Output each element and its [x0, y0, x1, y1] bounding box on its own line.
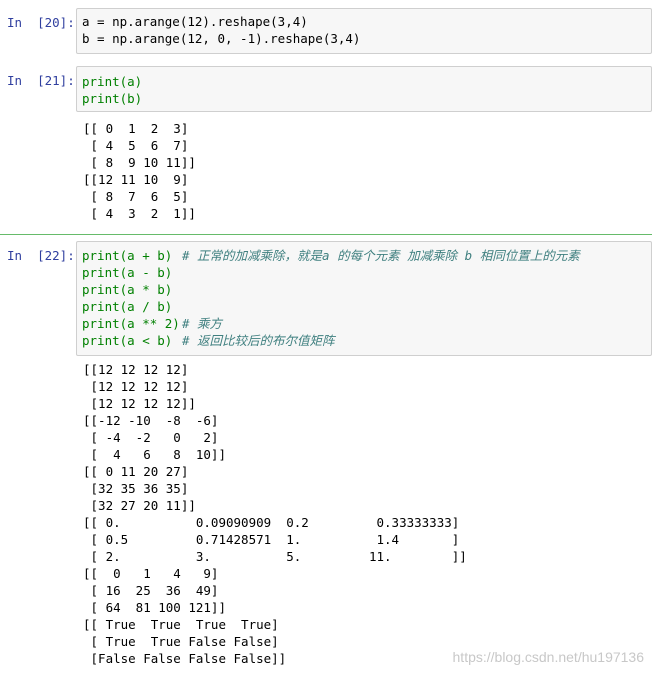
output-line: [ 4 3 2 1]] [83, 206, 196, 221]
code-line[interactable]: a = np.arange(12).reshape(3,4) [82, 13, 308, 30]
watermark: https://blog.csdn.net/hu197136 [452, 649, 644, 665]
output-line: [[ 0. 0.09090909 0.2 0.33333333] [83, 515, 460, 530]
output-line: [12 12 12 12]] [83, 396, 196, 411]
output-line: [ 0.5 0.71428571 1. 1.4 ] [83, 532, 460, 547]
output-line: [12 12 12 12] [83, 379, 189, 394]
cell-prompt: In [20]: [7, 15, 75, 30]
output-line: [ 2. 3. 5. 11. ]] [83, 549, 467, 564]
code-input-area[interactable]: print(a + b) # 正常的加减乘除，就是a 的每个元素 加减乘除 b … [76, 241, 652, 356]
output-line: [ 16 25 36 49] [83, 583, 219, 598]
output-line: [32 35 36 35] [83, 481, 189, 496]
output-line: [ 64 81 100 121]] [83, 600, 226, 615]
code-line[interactable]: print(b) [82, 90, 142, 107]
cell-prompt: In [21]: [7, 73, 75, 88]
cell-prompt: In [22]: [7, 248, 75, 263]
output-line: [ -4 -2 0 2] [83, 430, 219, 445]
notebook-cell-21[interactable]: In [21]: print(a) print(b) [[ 0 1 2 3] [… [0, 66, 652, 226]
output-line: [ True True False False] [83, 634, 279, 649]
code-line[interactable]: print(a / b) [82, 298, 172, 315]
notebook-cell-20[interactable]: In [20]: a = np.arange(12).reshape(3,4) … [0, 8, 652, 54]
code-line[interactable]: print(a + b) [82, 247, 172, 264]
notebook-cell-22[interactable]: In [22]: print(a + b) # 正常的加减乘除，就是a 的每个元… [0, 241, 652, 671]
output-line: [ 4 6 8 10]] [83, 447, 226, 462]
code-comment: # 正常的加减乘除，就是a 的每个元素 加减乘除 b 相同位置上的元素 [182, 248, 580, 263]
output-line: [[12 12 12 12] [83, 362, 189, 377]
output-line: [[ 0 11 20 27] [83, 464, 189, 479]
output-line: [[12 11 10 9] [83, 172, 189, 187]
output-line: [[ True True True True] [83, 617, 279, 632]
output-line: [32 27 20 11]] [83, 498, 196, 513]
code-line[interactable]: print(a ** 2) [82, 315, 180, 332]
output-line: [[ 0 1 2 3] [83, 121, 189, 136]
code-input-area[interactable]: a = np.arange(12).reshape(3,4) b = np.ar… [76, 8, 652, 54]
cell-separator [0, 234, 652, 235]
code-line[interactable]: print(a * b) [82, 281, 172, 298]
output-line: [ 8 9 10 11]] [83, 155, 196, 170]
output-line: [ 4 5 6 7] [83, 138, 189, 153]
code-input-area[interactable]: print(a) print(b) [76, 66, 652, 112]
code-line[interactable]: print(a) [82, 73, 142, 90]
code-comment: # 乘方 [182, 316, 223, 331]
code-line[interactable]: print(a - b) [82, 264, 172, 281]
output-line: [[-12 -10 -8 -6] [83, 413, 219, 428]
code-line[interactable]: b = np.arange(12, 0, -1).reshape(3,4) [82, 30, 360, 47]
output-line: [False False False False]] [83, 651, 287, 666]
output-line: [ 8 7 6 5] [83, 189, 189, 204]
code-comment: # 返回比较后的布尔值矩阵 [182, 333, 335, 348]
code-line[interactable]: print(a < b) [82, 332, 172, 349]
output-line: [[ 0 1 4 9] [83, 566, 219, 581]
